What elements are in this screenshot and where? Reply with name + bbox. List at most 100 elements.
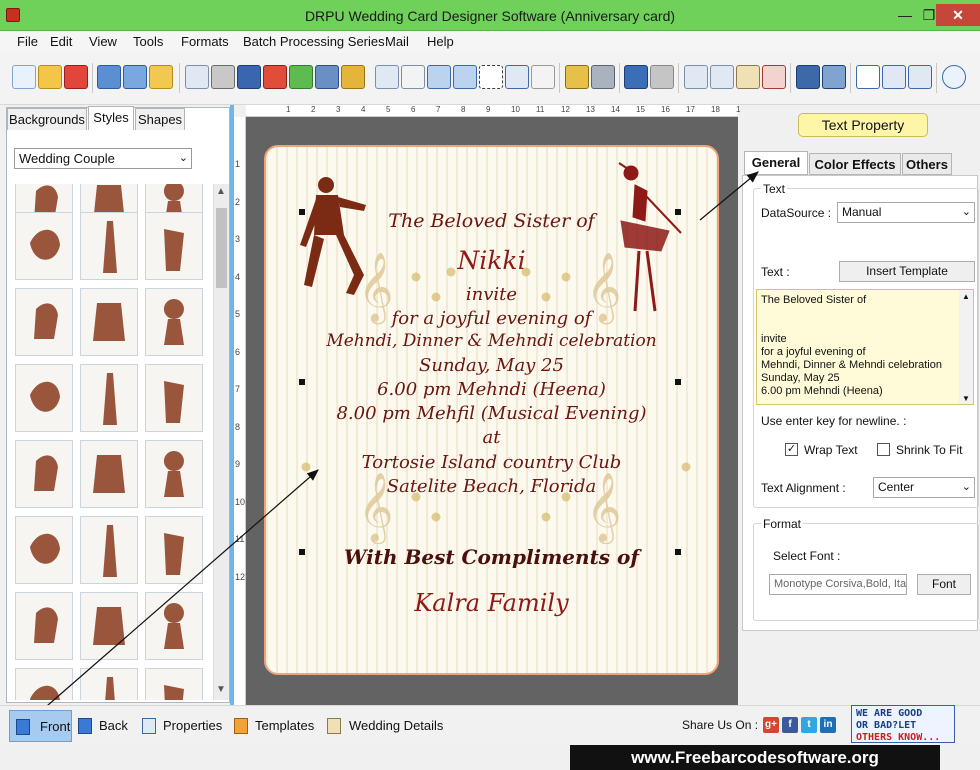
send-back-icon[interactable] (822, 65, 846, 89)
style-thumbnail[interactable] (145, 440, 203, 508)
style-thumbnail[interactable] (15, 592, 73, 660)
style-thumbnail[interactable] (145, 212, 203, 280)
style-thumbnail[interactable] (80, 668, 138, 700)
card-line-date[interactable]: Sunday, May 25 (266, 355, 717, 376)
shrink-to-fit-checkbox[interactable] (877, 443, 890, 456)
selection-handle[interactable] (299, 379, 305, 385)
card-line-celebration[interactable]: Mehndi, Dinner & Mehndi celebration (266, 331, 717, 351)
selection-handle[interactable] (675, 379, 681, 385)
paste-icon[interactable] (736, 65, 760, 89)
style-thumbnail[interactable] (15, 516, 73, 584)
fit-to-window-icon[interactable] (908, 65, 932, 89)
tab-others[interactable]: Others (902, 153, 952, 175)
gift-icon[interactable] (263, 65, 287, 89)
front-button[interactable]: Front (9, 710, 72, 742)
menu-help[interactable]: Help (427, 34, 454, 49)
selection-handle[interactable] (675, 549, 681, 555)
menu-file[interactable]: File (17, 34, 38, 49)
back-button[interactable]: Back (78, 710, 132, 742)
menu-mail[interactable]: Mail (385, 34, 409, 49)
feedback-badge[interactable]: WE ARE GOOD OR BAD?LET OTHERS KNOW... (851, 705, 955, 743)
datasource-select[interactable]: Manual ⌄ (837, 202, 975, 223)
templates-button[interactable]: Templates (234, 710, 314, 742)
style-thumbnail[interactable] (15, 288, 73, 356)
card-line-family[interactable]: Kalra Family (266, 589, 717, 617)
tab-color-effects[interactable]: Color Effects (809, 153, 901, 175)
barcode-icon[interactable] (375, 65, 399, 89)
new-icon[interactable] (12, 65, 36, 89)
pencil-icon[interactable] (315, 65, 339, 89)
editor-scrollbar[interactable]: ▲ ▼ (959, 290, 973, 404)
close-button[interactable]: ✕ (936, 4, 980, 26)
cut-icon[interactable] (684, 65, 708, 89)
actual-size-icon[interactable] (882, 65, 906, 89)
card-line-compliments[interactable]: With Best Compliments of (266, 545, 717, 569)
select-icon[interactable] (479, 65, 503, 89)
grid-icon[interactable] (856, 65, 880, 89)
image-icon[interactable] (289, 65, 313, 89)
menu-edit[interactable]: Edit (50, 34, 72, 49)
card-line-beloved[interactable]: The Beloved Sister of (266, 210, 717, 232)
selection-handle[interactable] (675, 209, 681, 215)
style-thumbnail[interactable] (145, 516, 203, 584)
database-icon[interactable] (565, 65, 589, 89)
delete-icon[interactable] (762, 65, 786, 89)
style-thumbnail[interactable] (145, 288, 203, 356)
style-thumbnail[interactable] (145, 364, 203, 432)
save-icon[interactable] (97, 65, 121, 89)
styles-scrollbar[interactable]: ▲ ▼ (213, 184, 229, 700)
linkedin-icon[interactable]: in (820, 717, 836, 733)
selection-handle[interactable] (299, 549, 305, 555)
redo-icon[interactable] (650, 65, 674, 89)
style-thumbnail[interactable] (15, 212, 73, 280)
tab-shapes[interactable]: Shapes (135, 108, 185, 130)
wrap-text-checkbox[interactable]: ✓ (785, 443, 798, 456)
menu-view[interactable]: View (89, 34, 117, 49)
style-thumbnail[interactable] (145, 592, 203, 660)
style-thumbnail[interactable] (80, 592, 138, 660)
font-button[interactable]: Font (917, 574, 971, 595)
scroll-down-icon[interactable]: ▼ (962, 392, 970, 404)
print-icon[interactable] (211, 65, 235, 89)
database-grey-icon[interactable] (591, 65, 615, 89)
style-thumbnail[interactable] (80, 288, 138, 356)
style-thumbnail[interactable] (80, 212, 138, 280)
copy-icon[interactable] (710, 65, 734, 89)
text-icon[interactable] (427, 65, 451, 89)
close-document-icon[interactable] (64, 65, 88, 89)
style-thumbnail[interactable] (80, 364, 138, 432)
style-thumbnail[interactable] (15, 364, 73, 432)
card-line-time-mehfil[interactable]: 8.00 pm Mehfil (Musical Evening) (266, 403, 717, 424)
style-category-select[interactable]: Wedding Couple ⌄ (14, 148, 192, 169)
save-as-icon[interactable] (123, 65, 147, 89)
style-thumbnail[interactable] (15, 668, 73, 700)
scroll-down-icon[interactable]: ▼ (216, 684, 226, 695)
insert-template-button[interactable]: Insert Template (839, 261, 975, 282)
undo-icon[interactable] (624, 65, 648, 89)
card-line-at[interactable]: at (266, 427, 717, 448)
card-line-invite[interactable]: invite (266, 284, 717, 305)
twitter-icon[interactable]: t (801, 717, 817, 733)
word-art-icon[interactable] (453, 65, 477, 89)
bring-front-icon[interactable] (796, 65, 820, 89)
card-line-joyful[interactable]: for a joyful evening of (266, 308, 717, 329)
style-thumbnail[interactable] (145, 668, 203, 700)
google-plus-icon[interactable]: g+ (763, 717, 779, 733)
card-line-venue[interactable]: Tortosie Island country Club (266, 452, 717, 473)
open-folder-icon[interactable] (38, 65, 62, 89)
scroll-up-icon[interactable]: ▲ (962, 290, 970, 303)
menu-batch-processing[interactable]: Batch Processing Series (243, 34, 385, 49)
tab-general[interactable]: General (744, 151, 808, 175)
menu-tools[interactable]: Tools (133, 34, 163, 49)
export-icon[interactable] (149, 65, 173, 89)
mail-icon[interactable] (505, 65, 529, 89)
line-icon[interactable] (531, 65, 555, 89)
properties-icon[interactable] (185, 65, 209, 89)
text-alignment-select[interactable]: Center ⌄ (873, 477, 975, 498)
facebook-icon[interactable]: f (782, 717, 798, 733)
print-preview-icon[interactable] (237, 65, 261, 89)
font-field[interactable]: Monotype Corsiva,Bold, Italic (769, 574, 907, 595)
barcode-linear-icon[interactable] (401, 65, 425, 89)
style-thumbnail[interactable] (80, 516, 138, 584)
properties-button[interactable]: Properties (142, 710, 222, 742)
